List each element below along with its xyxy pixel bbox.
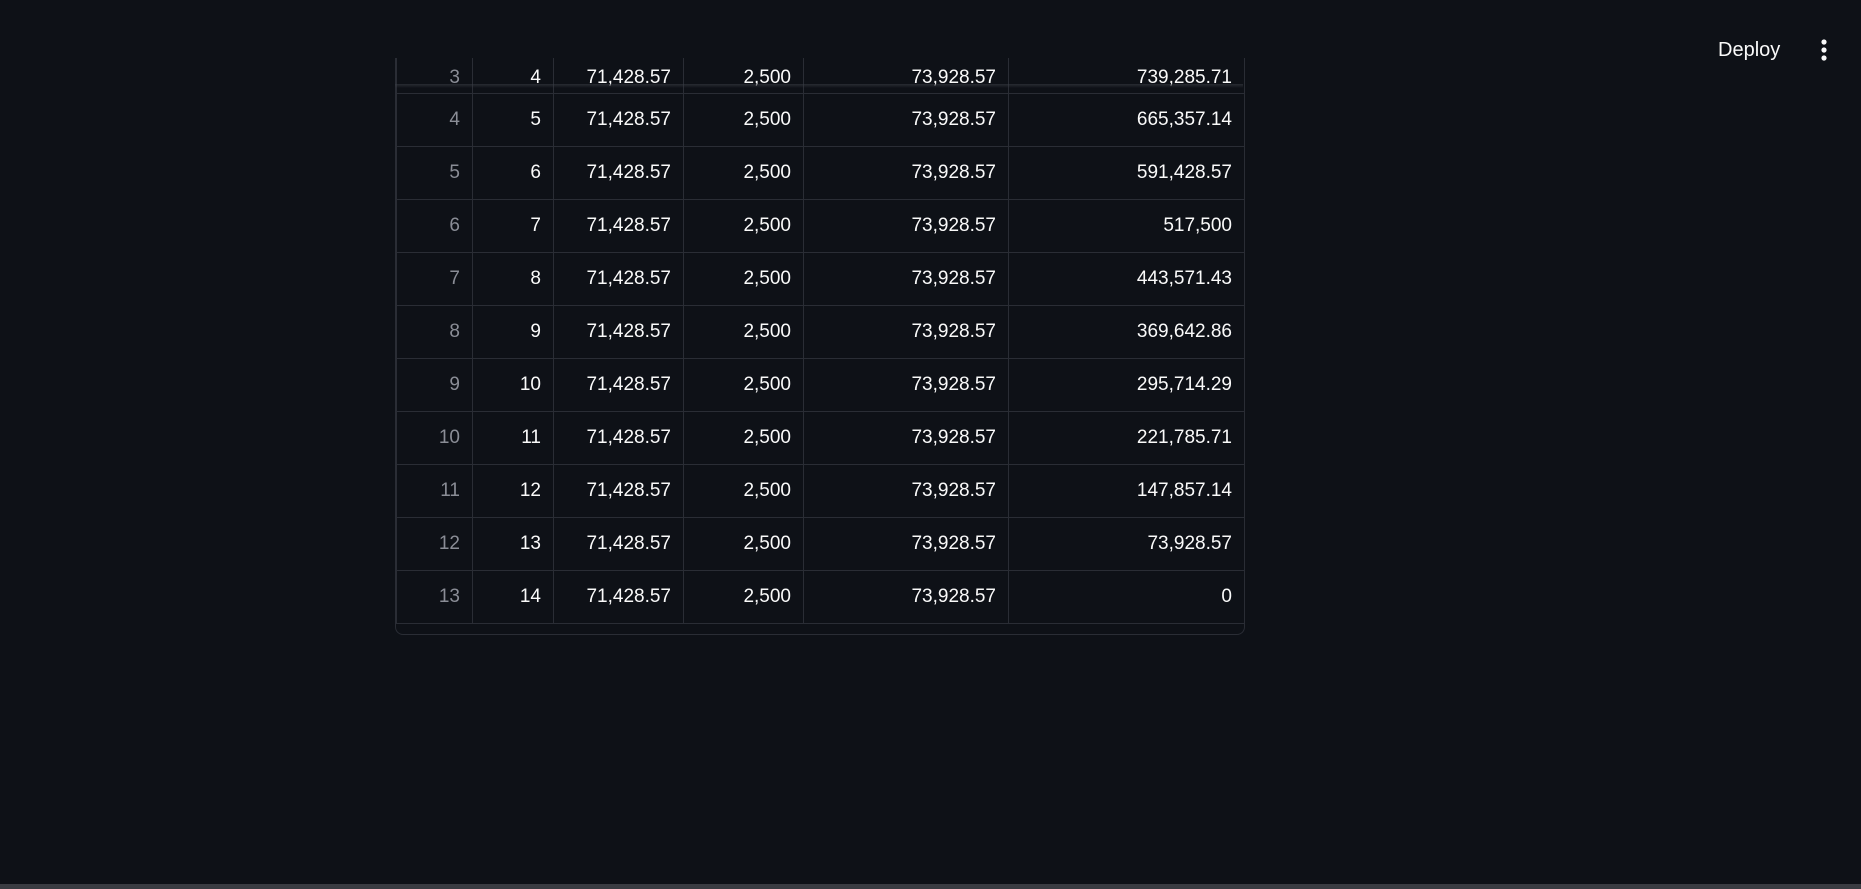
table-cell[interactable]: 2,500 bbox=[683, 199, 804, 253]
main-menu-button[interactable] bbox=[1810, 34, 1838, 66]
table-row[interactable]: 11 12 71,428.57 2,500 73,928.57 147,857.14 bbox=[396, 464, 1244, 518]
table-cell[interactable]: 71,428.57 bbox=[553, 199, 684, 253]
table-cell[interactable]: 5 bbox=[472, 93, 554, 147]
table-header-shadow bbox=[395, 84, 1243, 88]
table-cell[interactable]: 71,428.57 bbox=[553, 93, 684, 147]
table-cell[interactable]: 2,500 bbox=[683, 93, 804, 147]
table-cell[interactable]: 73,928.57 bbox=[803, 58, 1009, 94]
table-row[interactable]: 4 5 71,428.57 2,500 73,928.57 665,357.14 bbox=[396, 93, 1244, 147]
table-cell[interactable]: 2,500 bbox=[683, 517, 804, 571]
table-cell[interactable]: 6 bbox=[472, 146, 554, 200]
table-cell[interactable]: 13 bbox=[472, 517, 554, 571]
row-index-cell: 7 bbox=[396, 252, 473, 306]
row-index-cell: 3 bbox=[396, 58, 473, 94]
table-row[interactable]: 12 13 71,428.57 2,500 73,928.57 73,928.57 bbox=[396, 517, 1244, 571]
table-cell[interactable]: 221,785.71 bbox=[1008, 411, 1244, 465]
data-grid: 3 4 71,428.57 2,500 73,928.57 739,285.71… bbox=[396, 58, 1244, 624]
table-cell[interactable]: 443,571.43 bbox=[1008, 252, 1244, 306]
table-cell[interactable]: 71,428.57 bbox=[553, 411, 684, 465]
table-cell[interactable]: 7 bbox=[472, 199, 554, 253]
table-cell[interactable]: 2,500 bbox=[683, 146, 804, 200]
table-cell[interactable]: 739,285.71 bbox=[1008, 58, 1244, 94]
deploy-button[interactable]: Deploy bbox=[1706, 34, 1792, 66]
table-cell[interactable]: 0 bbox=[1008, 570, 1244, 624]
table-cell[interactable]: 73,928.57 bbox=[803, 464, 1009, 518]
bottom-scrollbar bbox=[0, 884, 1861, 889]
table-row[interactable]: 6 7 71,428.57 2,500 73,928.57 517,500 bbox=[396, 199, 1244, 253]
table-cell[interactable]: 73,928.57 bbox=[803, 570, 1009, 624]
row-index-cell: 6 bbox=[396, 199, 473, 253]
table-cell[interactable]: 147,857.14 bbox=[1008, 464, 1244, 518]
table-cell[interactable]: 71,428.57 bbox=[553, 570, 684, 624]
table-cell[interactable]: 2,500 bbox=[683, 411, 804, 465]
table-cell[interactable]: 8 bbox=[472, 252, 554, 306]
table-cell[interactable]: 2,500 bbox=[683, 58, 804, 94]
vertical-dots-icon bbox=[1821, 39, 1827, 61]
table-cell[interactable]: 2,500 bbox=[683, 358, 804, 412]
table-cell[interactable]: 10 bbox=[472, 358, 554, 412]
row-index-cell: 5 bbox=[396, 146, 473, 200]
row-index-cell: 4 bbox=[396, 93, 473, 147]
table-cell[interactable]: 73,928.57 bbox=[803, 305, 1009, 359]
row-index-cell: 13 bbox=[396, 570, 473, 624]
table-cell[interactable]: 369,642.86 bbox=[1008, 305, 1244, 359]
table-row[interactable]: 3 4 71,428.57 2,500 73,928.57 739,285.71 bbox=[396, 58, 1244, 94]
table-row[interactable]: 9 10 71,428.57 2,500 73,928.57 295,714.29 bbox=[396, 358, 1244, 412]
table-cell[interactable]: 71,428.57 bbox=[553, 305, 684, 359]
table-row[interactable]: 8 9 71,428.57 2,500 73,928.57 369,642.86 bbox=[396, 305, 1244, 359]
table-cell[interactable]: 71,428.57 bbox=[553, 517, 684, 571]
table-cell[interactable]: 73,928.57 bbox=[803, 199, 1009, 253]
table-cell[interactable]: 71,428.57 bbox=[553, 252, 684, 306]
table-cell[interactable]: 2,500 bbox=[683, 570, 804, 624]
table-cell[interactable]: 2,500 bbox=[683, 252, 804, 306]
table-cell[interactable]: 73,928.57 bbox=[803, 411, 1009, 465]
row-index-cell: 8 bbox=[396, 305, 473, 359]
table-cell[interactable]: 4 bbox=[472, 58, 554, 94]
table-cell[interactable]: 71,428.57 bbox=[553, 464, 684, 518]
table-cell[interactable]: 73,928.57 bbox=[1008, 517, 1244, 571]
table-row[interactable]: 5 6 71,428.57 2,500 73,928.57 591,428.57 bbox=[396, 146, 1244, 200]
row-index-cell: 10 bbox=[396, 411, 473, 465]
table-cell[interactable]: 73,928.57 bbox=[803, 252, 1009, 306]
table-row[interactable]: 10 11 71,428.57 2,500 73,928.57 221,785.71 bbox=[396, 411, 1244, 465]
table-cell[interactable]: 295,714.29 bbox=[1008, 358, 1244, 412]
table-cell[interactable]: 71,428.57 bbox=[553, 358, 684, 412]
data-table[interactable]: 3 4 71,428.57 2,500 73,928.57 739,285.71… bbox=[395, 58, 1245, 635]
table-row[interactable]: 13 14 71,428.57 2,500 73,928.57 0 bbox=[396, 570, 1244, 624]
table-cell[interactable]: 71,428.57 bbox=[553, 58, 684, 94]
table-cell[interactable]: 2,500 bbox=[683, 464, 804, 518]
table-cell[interactable]: 73,928.57 bbox=[803, 93, 1009, 147]
table-cell[interactable]: 11 bbox=[472, 411, 554, 465]
table-cell[interactable]: 2,500 bbox=[683, 305, 804, 359]
table-cell[interactable]: 14 bbox=[472, 570, 554, 624]
table-cell[interactable]: 73,928.57 bbox=[803, 358, 1009, 412]
table-cell[interactable]: 665,357.14 bbox=[1008, 93, 1244, 147]
table-cell[interactable]: 73,928.57 bbox=[803, 146, 1009, 200]
row-index-cell: 12 bbox=[396, 517, 473, 571]
table-cell[interactable]: 9 bbox=[472, 305, 554, 359]
app-header: Deploy bbox=[0, 0, 1861, 61]
table-cell[interactable]: 12 bbox=[472, 464, 554, 518]
table-cell[interactable]: 71,428.57 bbox=[553, 146, 684, 200]
table-cell[interactable]: 591,428.57 bbox=[1008, 146, 1244, 200]
table-row[interactable]: 7 8 71,428.57 2,500 73,928.57 443,571.43 bbox=[396, 252, 1244, 306]
table-cell[interactable]: 73,928.57 bbox=[803, 517, 1009, 571]
table-cell[interactable]: 517,500 bbox=[1008, 199, 1244, 253]
row-index-cell: 11 bbox=[396, 464, 473, 518]
row-index-cell: 9 bbox=[396, 358, 473, 412]
